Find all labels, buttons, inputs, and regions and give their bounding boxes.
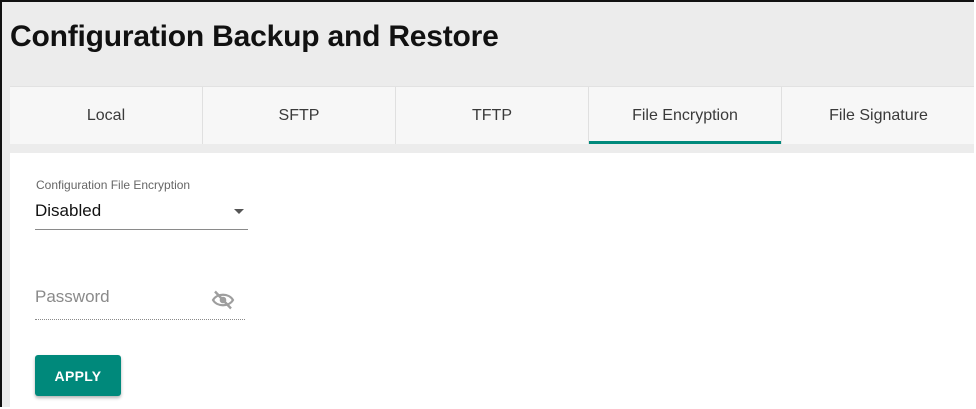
page-title: Configuration Backup and Restore	[10, 20, 499, 53]
encryption-select[interactable]: Disabled	[35, 195, 248, 230]
password-input[interactable]	[35, 287, 205, 307]
password-field	[35, 281, 245, 320]
tab-tftp[interactable]: TFTP	[396, 87, 589, 144]
encryption-select-label: Configuration File Encryption	[36, 178, 191, 192]
tab-sftp[interactable]: SFTP	[203, 87, 396, 144]
tab-content: Configuration File Encryption Disabled A…	[10, 153, 974, 407]
main-panel: Configuration Backup and Restore Local S…	[0, 0, 974, 407]
tab-local[interactable]: Local	[10, 87, 203, 144]
visibility-off-icon[interactable]	[211, 290, 235, 310]
tab-bar: Local SFTP TFTP File Encryption File Sig…	[10, 86, 974, 144]
apply-button[interactable]: APPLY	[35, 355, 121, 396]
encryption-select-value: Disabled	[35, 201, 102, 220]
tab-file-encryption[interactable]: File Encryption	[589, 87, 782, 144]
tab-file-signature[interactable]: File Signature	[782, 87, 974, 144]
dropdown-arrow-icon	[234, 209, 244, 214]
